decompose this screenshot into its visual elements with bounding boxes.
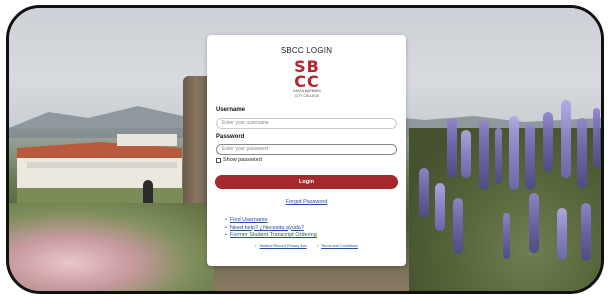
privacy-info-link[interactable]: Student Record Privacy Info [259,244,306,248]
password-label: Password [216,134,245,140]
terms-link[interactable]: Terms and Conditions [321,244,358,248]
find-username-link[interactable]: Find Username [230,217,268,223]
username-field[interactable]: Enter your username [216,118,397,129]
footer-links: • Student Record Privacy Info • Terms and … [207,244,406,248]
password-field[interactable]: Enter your password [216,144,397,155]
bullet-icon: • [225,217,227,223]
flower-spike [525,124,535,190]
flower-spike [561,100,571,178]
bullet-icon: • [225,232,227,238]
show-password-checkbox[interactable] [216,157,221,163]
page-title: SBCC LOGIN [280,46,333,55]
flower-spike [543,112,553,172]
list-item: • Former Student Transcript Ordering [225,232,317,239]
username-placeholder: Enter your username [222,120,269,126]
list-item: • Find Username [225,217,317,224]
flower-spike [453,198,463,254]
bullet-icon: • [316,244,319,248]
need-help-link[interactable]: Need help? ¿Necesita ayuda? [230,225,304,231]
list-item: • Need help? ¿Necesita ayuda? [225,225,317,232]
password-placeholder: Enter your password [222,146,268,152]
help-links-list: • Find Username • Need help? ¿Necesita ayu… [225,217,317,240]
login-card: SBCC LOGIN SB CC SANTA BARBARA CITY COLL… [207,35,406,266]
flower-spike [419,168,429,218]
flower-spike [461,130,471,178]
forgot-password-link-wrap: Forgot Password [207,199,406,205]
login-button[interactable]: Login [215,175,398,189]
show-password-row[interactable]: Show password [216,156,262,164]
transcript-ordering-link[interactable]: Former Student Transcript Ordering [230,232,317,238]
flower-bed-left [9,203,214,291]
flower-spike [593,108,600,168]
campus-building [17,134,187,204]
username-label: Username [216,107,246,113]
flower-spike [529,193,539,253]
bullet-icon: • [225,224,227,231]
flower-spike [581,203,591,261]
flower-spike [503,213,510,259]
flower-spike [447,118,457,178]
logo-subtext-line2: CITY COLLEGE [294,93,320,98]
flower-spike [479,120,489,190]
flower-spike [495,128,502,184]
flower-spike [557,208,567,260]
forgot-password-link[interactable]: Forgot Password [286,199,328,205]
show-password-label: Show password [223,157,262,163]
flower-spike [509,116,519,190]
bullet-icon: • [255,244,257,248]
logo-mark-line2: CC [294,72,320,91]
flower-spike [435,183,445,231]
sbcc-logo: SB CC SANTA BARBARA CITY COLLEGE [289,59,325,99]
flower-spike [577,118,587,188]
